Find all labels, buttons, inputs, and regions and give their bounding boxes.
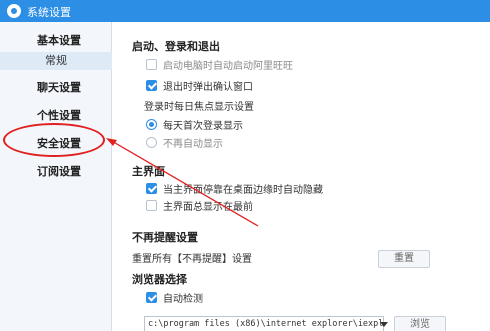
browser-path-input[interactable]: c:\program files (x86)\internet explorer… [144,316,384,331]
always-on-top-label: 主界面总显示在最前 [163,201,253,213]
chevron-down-icon[interactable] [380,322,388,327]
section-title-no-remind: 不再提醒设置 [132,231,198,244]
section-title-browser: 浏览器选择 [132,273,187,286]
option-exit-confirm[interactable]: 退出时弹出确认窗口 [146,78,253,93]
exit-confirm-checkbox[interactable] [146,79,157,91]
auto-detect-checkbox[interactable] [146,291,157,303]
sidebar-item-chat[interactable]: 聊天设置 [0,79,112,95]
section-title-main-ui: 主界面 [132,165,165,178]
focus-never-label: 不再自动显示 [163,138,223,150]
focus-first-login-radio[interactable] [146,118,157,130]
sidebar-subitem-general[interactable]: 常规 [0,52,112,70]
auto-detect-label: 自动检测 [163,293,203,305]
auto-hide-checkbox[interactable] [146,182,157,194]
focus-display-label: 登录时每日焦点显示设置 [144,102,254,113]
option-always-on-top[interactable]: 主界面总显示在最前 [146,198,253,213]
option-focus-first-login[interactable]: 每天首次登录显示 [146,117,243,132]
no-remind-desc: 重置所有【不再提醒】设置 [132,254,252,265]
window-title: 系统设置 [27,6,71,19]
always-on-top-checkbox[interactable] [146,199,157,211]
option-auto-start[interactable]: 启动电脑时自动启动阿里旺旺 [146,57,293,72]
sidebar: 基本设置 常规 聊天设置 个性设置 安全设置 订阅设置 [0,22,112,331]
reset-button[interactable]: 重置 [378,250,430,268]
sidebar-item-basic[interactable]: 基本设置 [0,32,112,48]
auto-hide-label: 当主界面停靠在桌面边缘时自动隐藏 [163,184,323,196]
option-focus-never[interactable]: 不再自动显示 [146,135,223,150]
option-auto-hide[interactable]: 当主界面停靠在桌面边缘时自动隐藏 [146,181,323,196]
title-bar: 系统设置 [0,0,490,22]
app-logo-icon [7,4,21,18]
option-auto-detect[interactable]: 自动检测 [146,290,203,305]
sidebar-item-subscription[interactable]: 订阅设置 [0,163,112,179]
focus-never-radio[interactable] [146,136,157,148]
auto-start-label: 启动电脑时自动启动阿里旺旺 [163,60,293,72]
auto-start-checkbox[interactable] [146,58,157,70]
exit-confirm-label: 退出时弹出确认窗口 [163,81,253,93]
browse-button[interactable]: 浏览 [394,316,446,331]
sidebar-item-personal[interactable]: 个性设置 [0,107,112,123]
section-title-startup: 启动、登录和退出 [132,40,220,53]
focus-first-login-label: 每天首次登录显示 [163,120,243,132]
red-annotation-ellipse [3,123,105,157]
settings-content: 启动、登录和退出 启动电脑时自动启动阿里旺旺 退出时弹出确认窗口 登录时每日焦点… [112,22,490,331]
